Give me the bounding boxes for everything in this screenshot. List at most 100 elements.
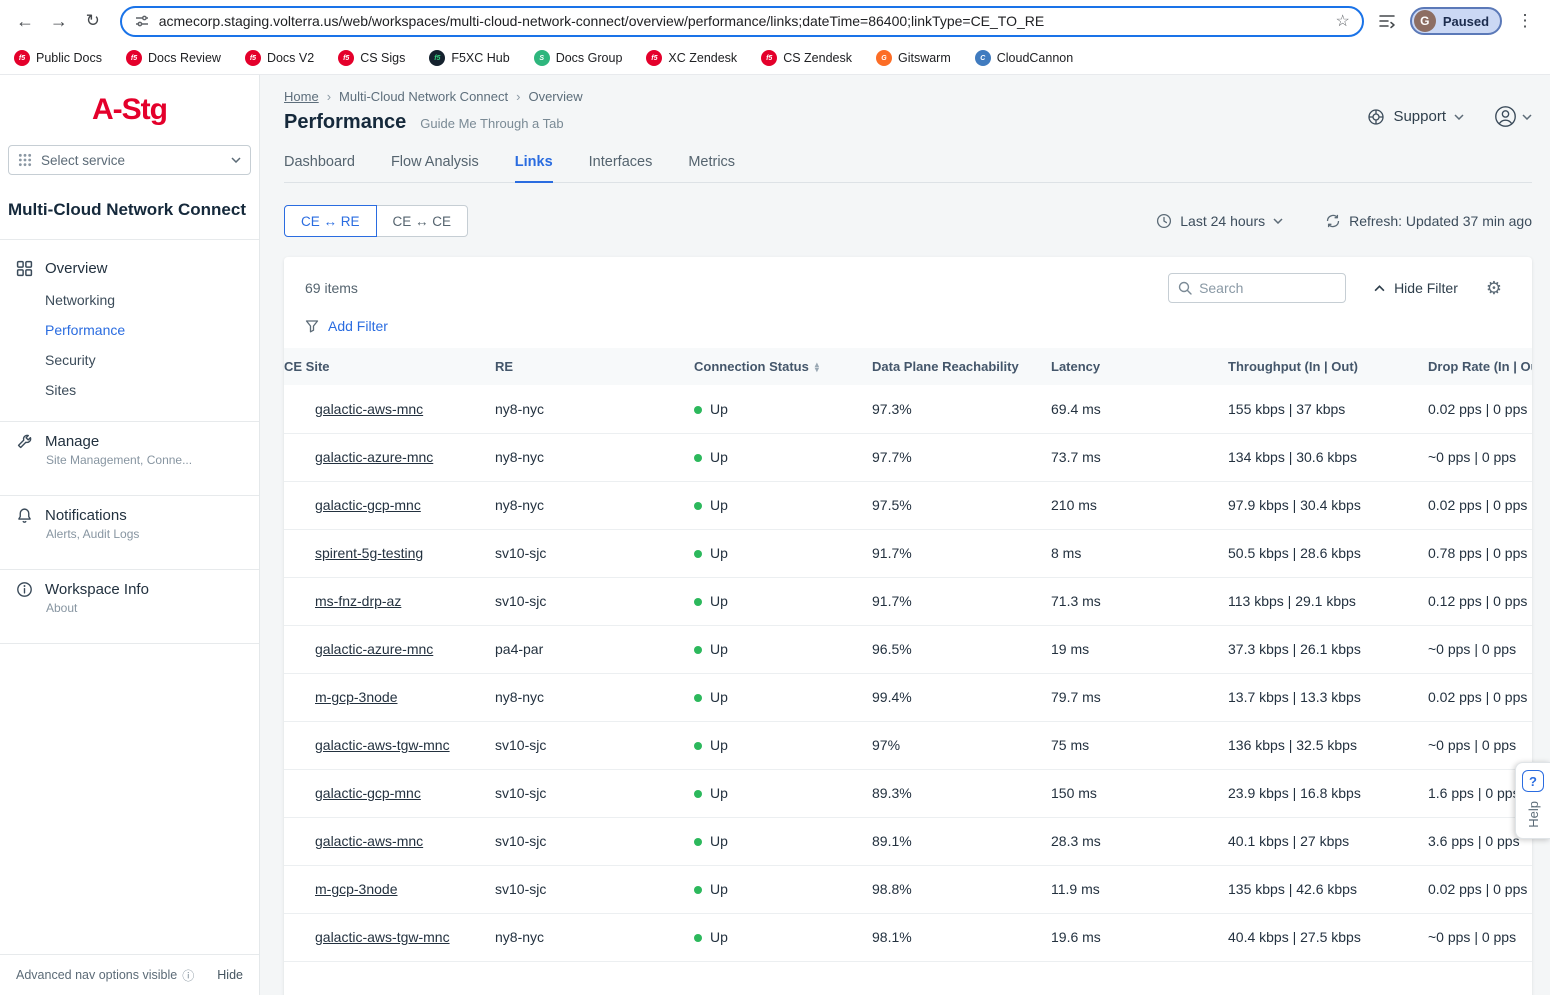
connection-status-cell: Up — [694, 529, 872, 577]
status-label: Up — [710, 449, 728, 465]
hide-advanced-nav-link[interactable]: Hide — [217, 968, 243, 982]
browser-back-icon[interactable] — [10, 6, 40, 36]
status-label: Up — [710, 785, 728, 801]
sidebar-subnav-item[interactable]: Performance — [0, 315, 259, 345]
drop-rate-cell: 0.12 pps | 0 pps — [1428, 577, 1532, 625]
bookmark-item[interactable]: f5 Public Docs — [14, 50, 102, 66]
ce-site-link[interactable]: galactic-aws-tgw-mnc — [315, 737, 450, 753]
site-settings-icon[interactable] — [134, 13, 150, 29]
ce-site-link[interactable]: ms-fnz-drp-az — [315, 593, 401, 609]
ce-site-link[interactable]: spirent-5g-testing — [315, 545, 423, 561]
column-header[interactable]: CE Site — [284, 348, 495, 385]
connection-status-cell: Up — [694, 769, 872, 817]
connection-status-cell: Up — [694, 817, 872, 865]
account-menu[interactable] — [1494, 105, 1532, 128]
address-bar[interactable]: acmecorp.staging.volterra.us/web/workspa… — [120, 6, 1364, 37]
ce-site-link[interactable]: m-gcp-3node — [315, 881, 398, 897]
bookmark-favicon: f5 — [646, 50, 662, 66]
search-input[interactable] — [1199, 280, 1336, 296]
tab[interactable]: Links — [515, 154, 553, 183]
reachability-cell: 98.1% — [872, 913, 1051, 961]
column-header-label: Connection Status — [694, 359, 809, 374]
table-row: galactic-gcp-mnc ny8-nyc Up 97.5% 210 ms… — [284, 481, 1532, 529]
ce-site-link[interactable]: galactic-aws-mnc — [315, 401, 423, 417]
sidebar-item-notifications[interactable]: Notifications Alerts, Audit Logs — [0, 496, 259, 553]
gear-icon[interactable] — [1486, 278, 1502, 299]
sidebar: A-Stg Select service Multi-Cloud Network… — [0, 75, 260, 995]
tab[interactable]: Dashboard — [284, 154, 355, 182]
links-table: CE Site RE — [284, 348, 1532, 962]
ce-site-link[interactable]: galactic-aws-mnc — [315, 833, 423, 849]
bookmark-item[interactable]: f5 CS Sigs — [338, 50, 405, 66]
bookmark-item[interactable]: f5 CS Zendesk — [761, 50, 852, 66]
bookmark-item[interactable]: f5 Docs V2 — [245, 50, 314, 66]
search-box[interactable] — [1168, 273, 1346, 303]
sidebar-subnav-item[interactable]: Security — [0, 345, 259, 375]
sidebar-subnav-item[interactable]: Sites — [0, 375, 259, 405]
link-type-option[interactable]: CE ↔ RE — [284, 205, 377, 237]
bookmark-item[interactable]: f5 F5XC Hub — [429, 50, 509, 66]
breadcrumb-item[interactable]: Multi-Cloud Network Connect — [327, 89, 508, 104]
tab[interactable]: Metrics — [688, 154, 735, 182]
sidebar-subnav: Networking Performance Security Sites — [0, 285, 259, 405]
column-header[interactable]: Drop Rate (In | Out) — [1428, 348, 1532, 385]
sort-icon[interactable] — [815, 362, 819, 372]
sidebar-item-overview[interactable]: Overview — [0, 252, 259, 285]
bookmark-item[interactable]: f5 Docs Review — [126, 50, 221, 66]
refresh-icon — [1325, 213, 1341, 229]
status-up-dot — [694, 838, 702, 846]
reachability-cell: 97.7% — [872, 433, 1051, 481]
service-selector[interactable]: Select service — [8, 145, 251, 175]
link-type-option[interactable]: CE ↔ CE — [376, 205, 469, 237]
column-header[interactable]: Connection Status — [694, 348, 872, 385]
browser-profile-chip[interactable]: G Paused — [1410, 7, 1502, 35]
browser-menu-icon[interactable] — [1510, 6, 1540, 36]
time-range-selector[interactable]: Last 24 hours — [1156, 213, 1283, 229]
reachability-cell: 99.4% — [872, 673, 1051, 721]
table-row: galactic-azure-mnc pa4-par Up 96.5% 19 m… — [284, 625, 1532, 673]
table-row: galactic-aws-tgw-mnc sv10-sjc Up 97% 75 … — [284, 721, 1532, 769]
bookmark-label: CS Zendesk — [783, 51, 852, 65]
add-filter-button[interactable]: Add Filter — [305, 318, 388, 334]
column-header[interactable]: Data Plane Reachability — [872, 348, 1051, 385]
sidebar-item-subtitle: Site Management, Conne... — [46, 453, 243, 467]
breadcrumb-item[interactable]: Home — [284, 89, 319, 104]
table-row: galactic-aws-tgw-mnc ny8-nyc Up 98.1% 19… — [284, 913, 1532, 961]
time-range-label: Last 24 hours — [1180, 213, 1265, 229]
ce-site-link[interactable]: galactic-gcp-mnc — [315, 497, 421, 513]
guide-me-link[interactable]: Guide Me Through a Tab — [420, 116, 563, 131]
ce-site-link[interactable]: galactic-azure-mnc — [315, 449, 433, 465]
column-header[interactable]: Latency — [1051, 348, 1228, 385]
sidebar-item-manage[interactable]: Manage Site Management, Conne... — [0, 422, 259, 479]
ce-site-link[interactable]: galactic-aws-tgw-mnc — [315, 929, 450, 945]
bookmark-star-icon[interactable] — [1336, 11, 1350, 31]
bookmark-item[interactable]: G Gitswarm — [876, 50, 951, 66]
support-menu[interactable]: Support — [1367, 108, 1464, 126]
hide-filter-button[interactable]: Hide Filter — [1374, 280, 1458, 296]
help-button[interactable]: Help — [1515, 762, 1550, 839]
ce-site-link[interactable]: m-gcp-3node — [315, 689, 398, 705]
ce-site-link[interactable]: galactic-azure-mnc — [315, 641, 433, 657]
bookmark-item[interactable]: f5 XC Zendesk — [646, 50, 737, 66]
sidebar-subnav-item[interactable]: Networking — [0, 285, 259, 315]
breadcrumb-item[interactable]: Overview — [516, 89, 583, 104]
sidebar-item-subtitle: Alerts, Audit Logs — [46, 527, 243, 541]
ce-site-link[interactable]: galactic-gcp-mnc — [315, 785, 421, 801]
tab[interactable]: Interfaces — [589, 154, 653, 182]
refresh-control[interactable]: Refresh: Updated 37 min ago — [1325, 213, 1532, 229]
table-row: ms-fnz-drp-az sv10-sjc Up 91.7% 71.3 ms … — [284, 577, 1532, 625]
re-cell: sv10-sjc — [495, 865, 694, 913]
sidebar-item-workspace-info[interactable]: Workspace Info About — [0, 570, 259, 627]
ce-site-cell: ms-fnz-drp-az — [284, 577, 495, 625]
reading-list-icon[interactable] — [1378, 13, 1396, 29]
browser-reload-icon[interactable] — [78, 6, 108, 36]
column-header[interactable]: RE — [495, 348, 694, 385]
drop-rate-cell: ~0 pps | 0 pps — [1428, 913, 1532, 961]
column-header[interactable]: Throughput (In | Out) — [1228, 348, 1428, 385]
tab[interactable]: Flow Analysis — [391, 154, 479, 182]
ce-site-cell: galactic-aws-tgw-mnc — [284, 721, 495, 769]
brand-logo[interactable]: A-Stg — [0, 75, 259, 127]
browser-forward-icon[interactable] — [44, 6, 74, 36]
bookmark-item[interactable]: S Docs Group — [534, 50, 623, 66]
bookmark-item[interactable]: C CloudCannon — [975, 50, 1073, 66]
